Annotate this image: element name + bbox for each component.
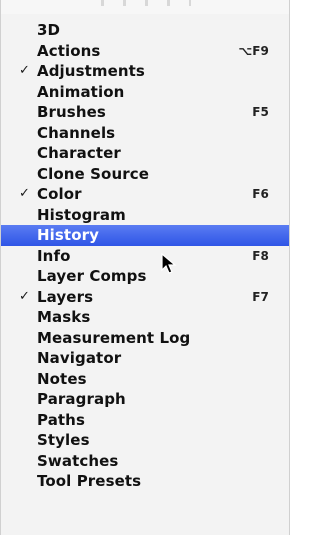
menu-item-paragraph[interactable]: Paragraph xyxy=(1,389,289,410)
menu-item-channels[interactable]: Channels xyxy=(1,123,289,144)
menu-item-label: Layers xyxy=(37,287,94,306)
menu-item-label: Character xyxy=(37,144,121,162)
menu-item-label: Clone Source xyxy=(37,164,149,183)
menu-item-label: Measurement Log xyxy=(37,328,191,347)
menu-item-shortcut: F5 xyxy=(252,105,269,119)
menu-item-label: Layer Comps xyxy=(37,267,147,285)
menu-item-label: History xyxy=(37,226,99,244)
menu-item-layer-comps[interactable]: Layer Comps xyxy=(1,266,289,287)
check-icon: ✓ xyxy=(19,186,30,201)
menu-item-character[interactable]: Character xyxy=(1,143,289,164)
menu-item-clone-source[interactable]: Clone Source xyxy=(1,164,289,185)
menu-item-tool-presets[interactable]: Tool Presets xyxy=(1,471,289,492)
menu-items-list: 3D Actions ⌥F9 ✓ Adjustments Animation B… xyxy=(1,20,289,492)
menu-item-brushes[interactable]: Brushes F5 xyxy=(1,102,289,123)
menu-item-label: 3D xyxy=(37,21,61,39)
window-menu: 3D Actions ⌥F9 ✓ Adjustments Animation B… xyxy=(0,0,290,535)
menu-item-label: Histogram xyxy=(37,205,126,224)
menu-item-shortcut: F6 xyxy=(252,187,269,201)
menu-item-notes[interactable]: Notes xyxy=(1,369,289,390)
menu-item-label: Adjustments xyxy=(37,62,145,80)
menu-item-paths[interactable]: Paths xyxy=(1,410,289,431)
menu-item-swatches[interactable]: Swatches xyxy=(1,451,289,472)
menu-item-label: Animation xyxy=(37,82,125,101)
menu-item-label: Actions xyxy=(37,41,101,60)
menu-item-label: Masks xyxy=(37,308,91,326)
menu-item-layers[interactable]: ✓ Layers F7 xyxy=(1,287,289,308)
menu-item-label: Channels xyxy=(37,123,116,142)
menu-item-adjustments[interactable]: ✓ Adjustments xyxy=(1,61,289,82)
menu-item-label: Styles xyxy=(37,431,90,449)
menu-item-label: Info xyxy=(37,246,71,265)
menu-item-history[interactable]: History xyxy=(1,225,289,246)
menu-item-label: Notes xyxy=(37,369,87,388)
menu-item-label: Color xyxy=(37,185,82,203)
menu-item-label: Navigator xyxy=(37,349,122,367)
menu-item-label: Swatches xyxy=(37,451,119,470)
menu-item-styles[interactable]: Styles xyxy=(1,430,289,451)
menu-item-navigator[interactable]: Navigator xyxy=(1,348,289,369)
menu-item-label: Brushes xyxy=(37,103,106,121)
menu-item-label: Paragraph xyxy=(37,390,126,408)
menu-top-edge xyxy=(1,0,289,14)
arrow-pointer-icon xyxy=(161,253,177,274)
menu-item-3d[interactable]: 3D xyxy=(1,20,289,41)
check-icon: ✓ xyxy=(19,288,30,304)
check-icon: ✓ xyxy=(19,63,30,78)
menu-item-histogram[interactable]: Histogram xyxy=(1,205,289,226)
menu-item-shortcut: ⌥F9 xyxy=(238,43,269,58)
menu-item-info[interactable]: Info F8 xyxy=(1,246,289,267)
menu-item-color[interactable]: ✓ Color F6 xyxy=(1,184,289,205)
menu-item-measurement-log[interactable]: Measurement Log xyxy=(1,328,289,349)
menu-item-animation[interactable]: Animation xyxy=(1,82,289,103)
menu-item-actions[interactable]: Actions ⌥F9 xyxy=(1,41,289,62)
menu-item-shortcut: F8 xyxy=(252,248,269,263)
menu-item-label: Paths xyxy=(37,410,85,429)
cropped-menu-bar-remnant xyxy=(101,0,191,6)
menu-item-label: Tool Presets xyxy=(37,472,142,490)
menu-item-masks[interactable]: Masks xyxy=(1,307,289,328)
menu-item-shortcut: F7 xyxy=(252,289,269,304)
